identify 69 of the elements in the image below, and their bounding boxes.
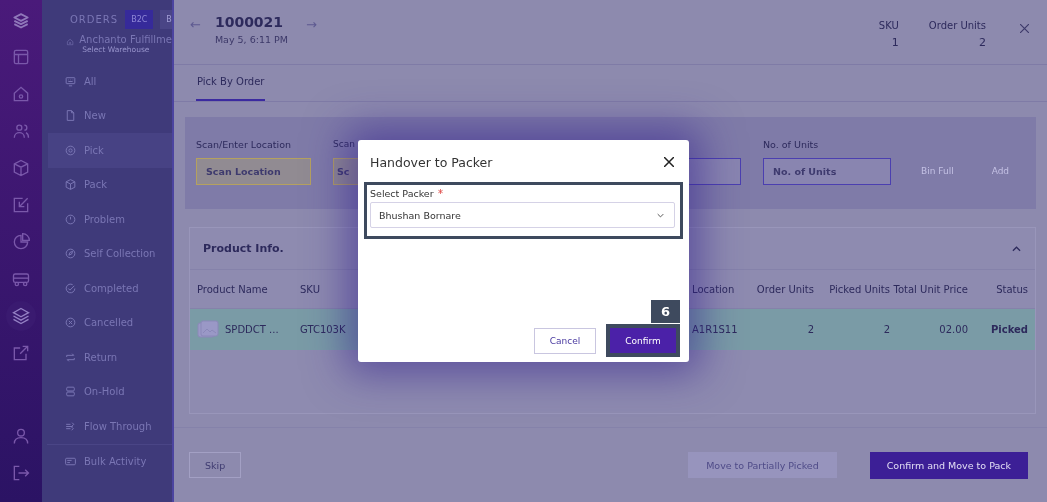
caret-icon <box>657 212 664 218</box>
column-header: Total Unit Price <box>892 283 968 295</box>
table-cell-text: Picked <box>990 324 1028 336</box>
sidebar-item[interactable]: Flow Through <box>42 409 172 444</box>
channel-tab[interactable]: B <box>160 9 172 29</box>
sidebar-item-icon <box>64 385 77 399</box>
field-label: Scan/Enter Location <box>196 138 292 152</box>
order-date: May 5, 6:11 PM <box>214 34 288 45</box>
sidebar-item[interactable]: Cancelled <box>42 305 172 340</box>
column-header: SKU <box>300 283 321 295</box>
table-cell-text: A1R1S11 <box>692 324 739 336</box>
table-cell: SPDDCT ... <box>225 324 279 336</box>
confirm-move-button[interactable]: Confirm and Move to Pack <box>869 451 1028 479</box>
input-field[interactable]: Scan Location <box>196 157 311 185</box>
stat-value: 1 <box>891 36 899 49</box>
sidebar-item-icon <box>64 419 77 433</box>
step-badge: 6 <box>651 300 680 323</box>
channel-tab[interactable]: B2C <box>125 9 154 29</box>
sidebar-item[interactable]: Pack <box>42 167 172 202</box>
sidebar-item-icon <box>64 109 77 123</box>
table-cell-text: 2 <box>806 324 814 336</box>
next-arrow[interactable]: → <box>305 17 317 32</box>
chevron-icon[interactable] <box>1012 245 1021 252</box>
image-placeholder-icon <box>197 319 219 340</box>
sidebar-item[interactable]: All <box>42 64 172 99</box>
sidebar-item-icon <box>64 212 77 226</box>
field-label: Select Packer <box>370 188 434 199</box>
sidebar-item-icon <box>64 350 77 364</box>
order-number: 1000021 <box>214 14 285 30</box>
card-title: Product Info. <box>203 242 284 256</box>
field-label: No. of Units <box>763 138 820 152</box>
stat-label: Order Units <box>928 20 986 31</box>
sidebar-item[interactable]: Problem <box>42 202 172 237</box>
column-header: Product Name <box>197 283 269 295</box>
sidebar-item-icon <box>64 178 77 192</box>
column-header: Picked Units <box>828 283 890 295</box>
sidebar-item[interactable]: Self Collection <box>42 236 172 271</box>
section-title: ORDERS <box>70 13 119 25</box>
warehouse-name[interactable]: Anchanto Fulfillme <box>79 34 172 45</box>
confirm-button[interactable]: Confirm <box>610 328 676 353</box>
column-header: Status <box>995 283 1028 295</box>
table-cell-text: 02.00 <box>938 324 968 336</box>
input-field[interactable]: No. of Units <box>763 157 891 185</box>
sidebar-item-icon <box>64 281 77 295</box>
home-icon <box>66 36 75 48</box>
packer-select[interactable]: Bhushan Bornare <box>370 202 675 228</box>
column-header: Order Units <box>755 283 814 295</box>
stat-label: SKU <box>878 20 899 31</box>
table-cell-text: GTC103K <box>300 324 347 336</box>
stat-value: 2 <box>979 36 986 49</box>
column-header: Location <box>692 283 736 295</box>
sidebar-item[interactable]: New <box>42 98 172 133</box>
sidebar-item[interactable]: Return <box>42 340 172 375</box>
sidebar-item-icon <box>64 74 77 88</box>
sidebar-item[interactable]: Bulk Activity <box>42 444 172 479</box>
modal-title: Handover to Packer <box>370 154 493 170</box>
tab[interactable]: Pick By Order <box>196 65 266 101</box>
rail-icon[interactable] <box>6 301 36 331</box>
skip-button[interactable]: Skip <box>189 452 242 479</box>
previous-arrow[interactable]: ← <box>190 17 201 32</box>
table-cell-text: 2 <box>882 324 890 336</box>
close-icon[interactable] <box>664 157 674 167</box>
sidebar-item[interactable]: On-Hold <box>42 374 172 409</box>
sidebar-item-icon <box>64 143 77 157</box>
sidebar-item-icon <box>64 247 77 261</box>
field-label: Scan <box>333 138 356 151</box>
sidebar-item[interactable]: Completed <box>42 271 172 306</box>
cancel-button[interactable]: Cancel <box>534 327 596 354</box>
sidebar-item-icon <box>64 316 77 330</box>
